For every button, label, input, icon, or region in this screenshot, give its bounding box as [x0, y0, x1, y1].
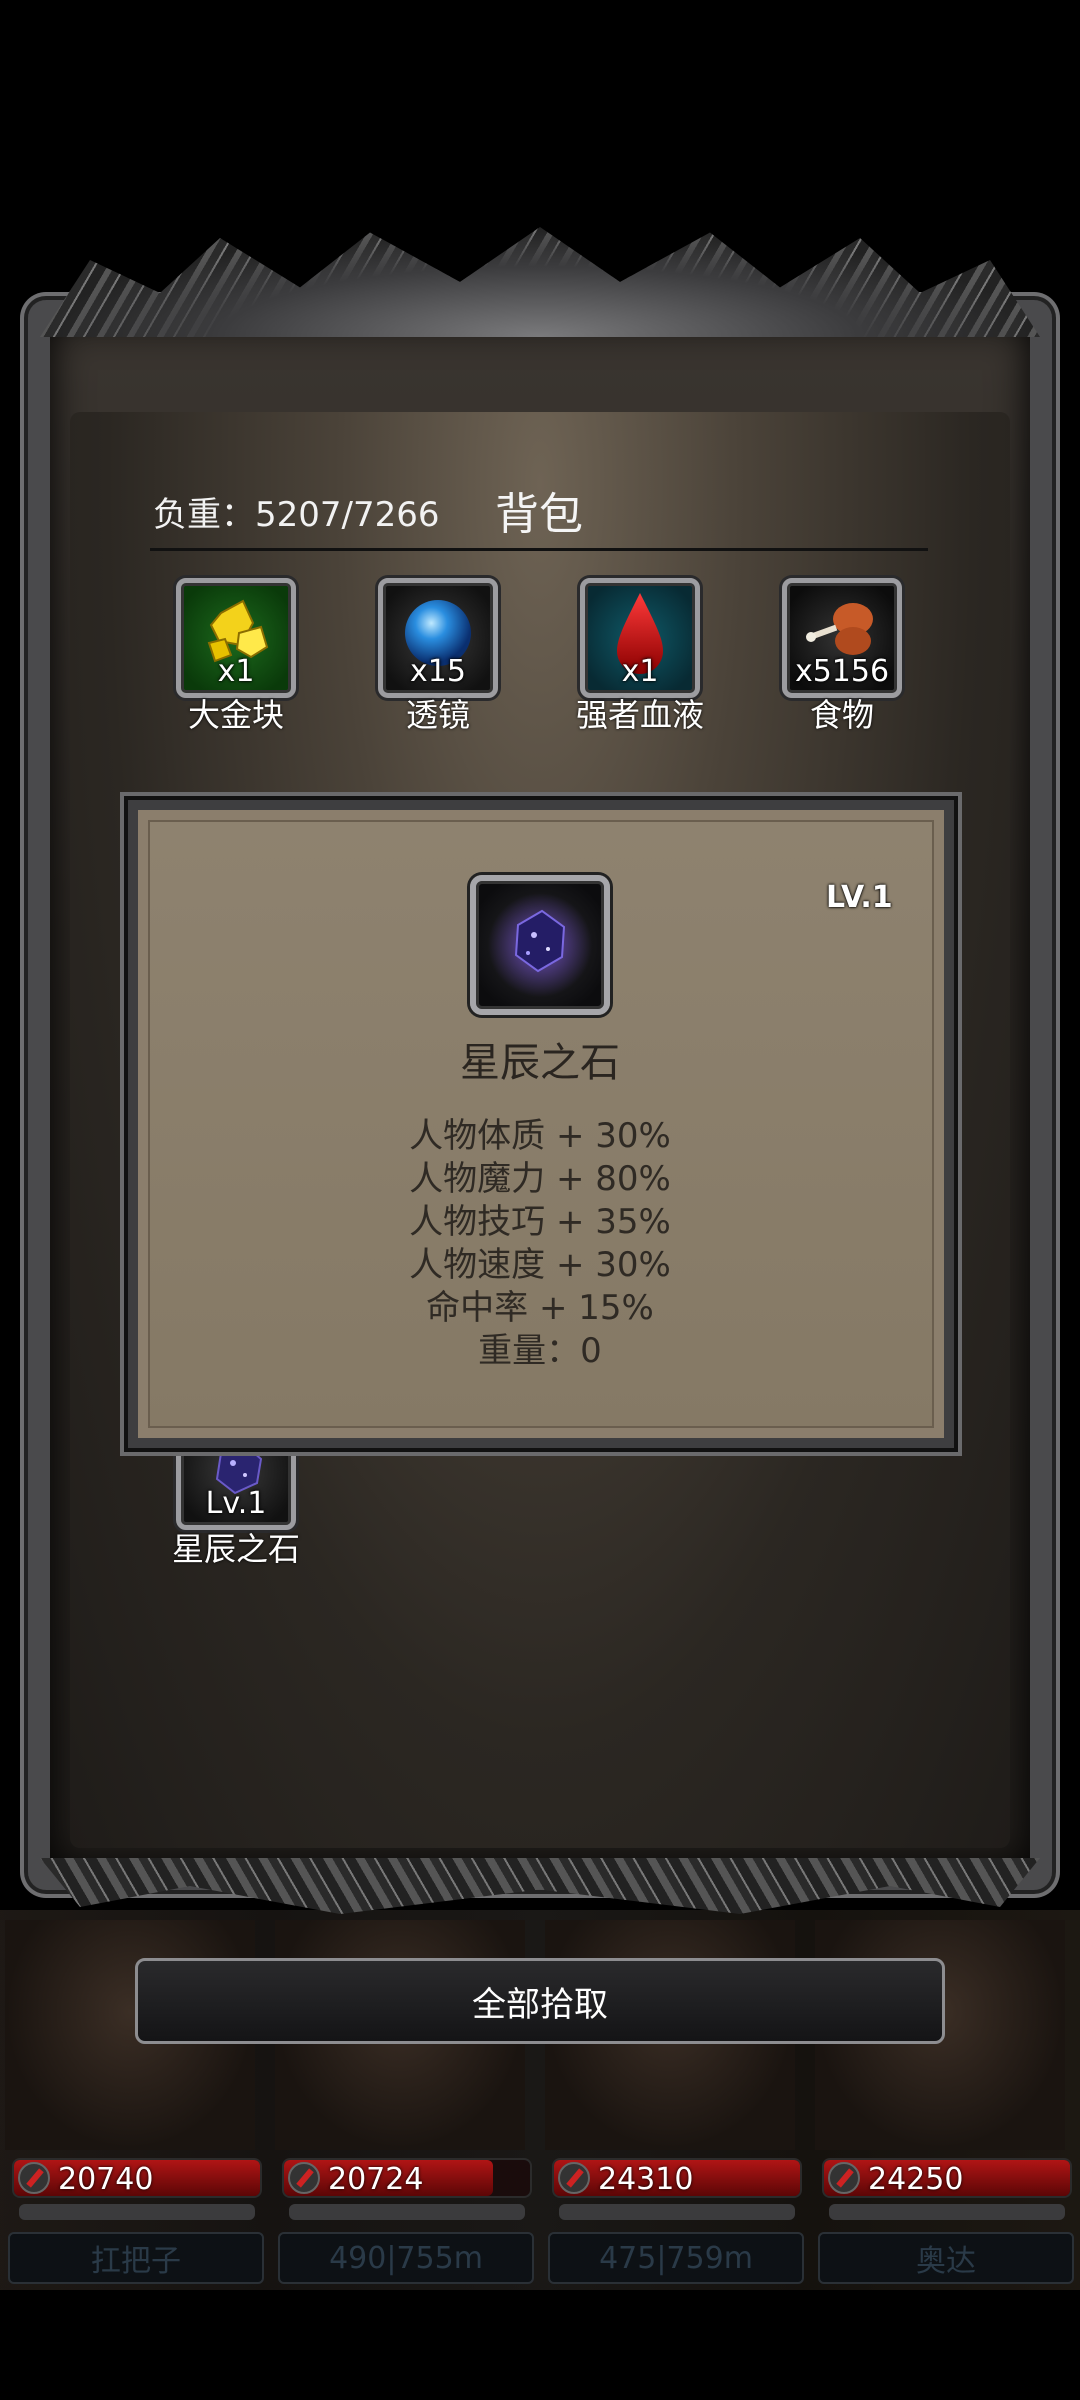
item-level: Lv.1: [205, 1486, 267, 1521]
hero-name-2: 490|755m: [278, 2232, 534, 2284]
hp-value: 24250: [868, 2162, 964, 2197]
hero-hp-bar-3: 24310: [552, 2158, 802, 2198]
item-slot-gold-nugget[interactable]: x1: [176, 578, 296, 698]
hero-name-4: 奥达: [818, 2232, 1074, 2284]
hero-sub-bar-1: [19, 2204, 255, 2220]
item-slot-strong-blood[interactable]: x1: [580, 578, 700, 698]
item-slot-lens[interactable]: x15: [378, 578, 498, 698]
item-level-label: LV.1: [826, 880, 893, 915]
sword-icon: [288, 2162, 320, 2194]
stat-speed: 人物速度 + 30%: [409, 1245, 671, 1285]
title-divider: [150, 548, 928, 551]
hero-hp-bar-4: 24250: [822, 2158, 1072, 2198]
star-stone-icon: [488, 893, 592, 997]
hero-sub-bar-4: [829, 2204, 1065, 2220]
hero-hp-bar-1: 20740: [12, 2158, 262, 2198]
backpack-title: 背包: [495, 489, 583, 540]
item-name: 食物: [809, 696, 874, 734]
stat-magic: 人物魔力 + 80%: [409, 1159, 671, 1199]
weight-label: 负重：5207/7266: [153, 495, 440, 535]
stat-hit-rate: 命中率 + 15%: [426, 1288, 654, 1328]
item-quantity: x1: [217, 654, 255, 689]
pickup-all-button[interactable]: 全部拾取: [135, 1958, 945, 2044]
hero-sub-bar-2: [289, 2204, 525, 2220]
item-quantity: x5156: [794, 654, 890, 689]
popup-item-icon-frame: [470, 875, 610, 1015]
item-quantity: x15: [410, 654, 466, 689]
hero-hp-bar-2: 20724: [282, 2158, 532, 2198]
item-quantity: x1: [621, 654, 659, 689]
stat-weight: 重量：0: [478, 1331, 602, 1371]
sword-icon: [18, 2162, 50, 2194]
hp-value: 24310: [598, 2162, 694, 2197]
item-name: 强者血液: [575, 696, 704, 734]
sword-icon: [558, 2162, 590, 2194]
hero-name-1: 扛把子: [8, 2232, 264, 2284]
item-name: 透镜: [405, 696, 470, 734]
hp-value: 20724: [328, 2162, 424, 2197]
popup-item-name: 星辰之石: [460, 1040, 620, 1086]
hero-name-3: 475|759m: [548, 2232, 804, 2284]
item-name: 大金块: [187, 696, 284, 734]
item-name: 星辰之石: [171, 1530, 300, 1568]
hero-sub-bar-3: [559, 2204, 795, 2220]
item-slot-food[interactable]: x5156: [782, 578, 902, 698]
stat-constitution: 人物体质 + 30%: [409, 1116, 671, 1156]
hp-value: 20740: [58, 2162, 154, 2197]
stat-skill: 人物技巧 + 35%: [409, 1202, 671, 1242]
sword-icon: [828, 2162, 860, 2194]
